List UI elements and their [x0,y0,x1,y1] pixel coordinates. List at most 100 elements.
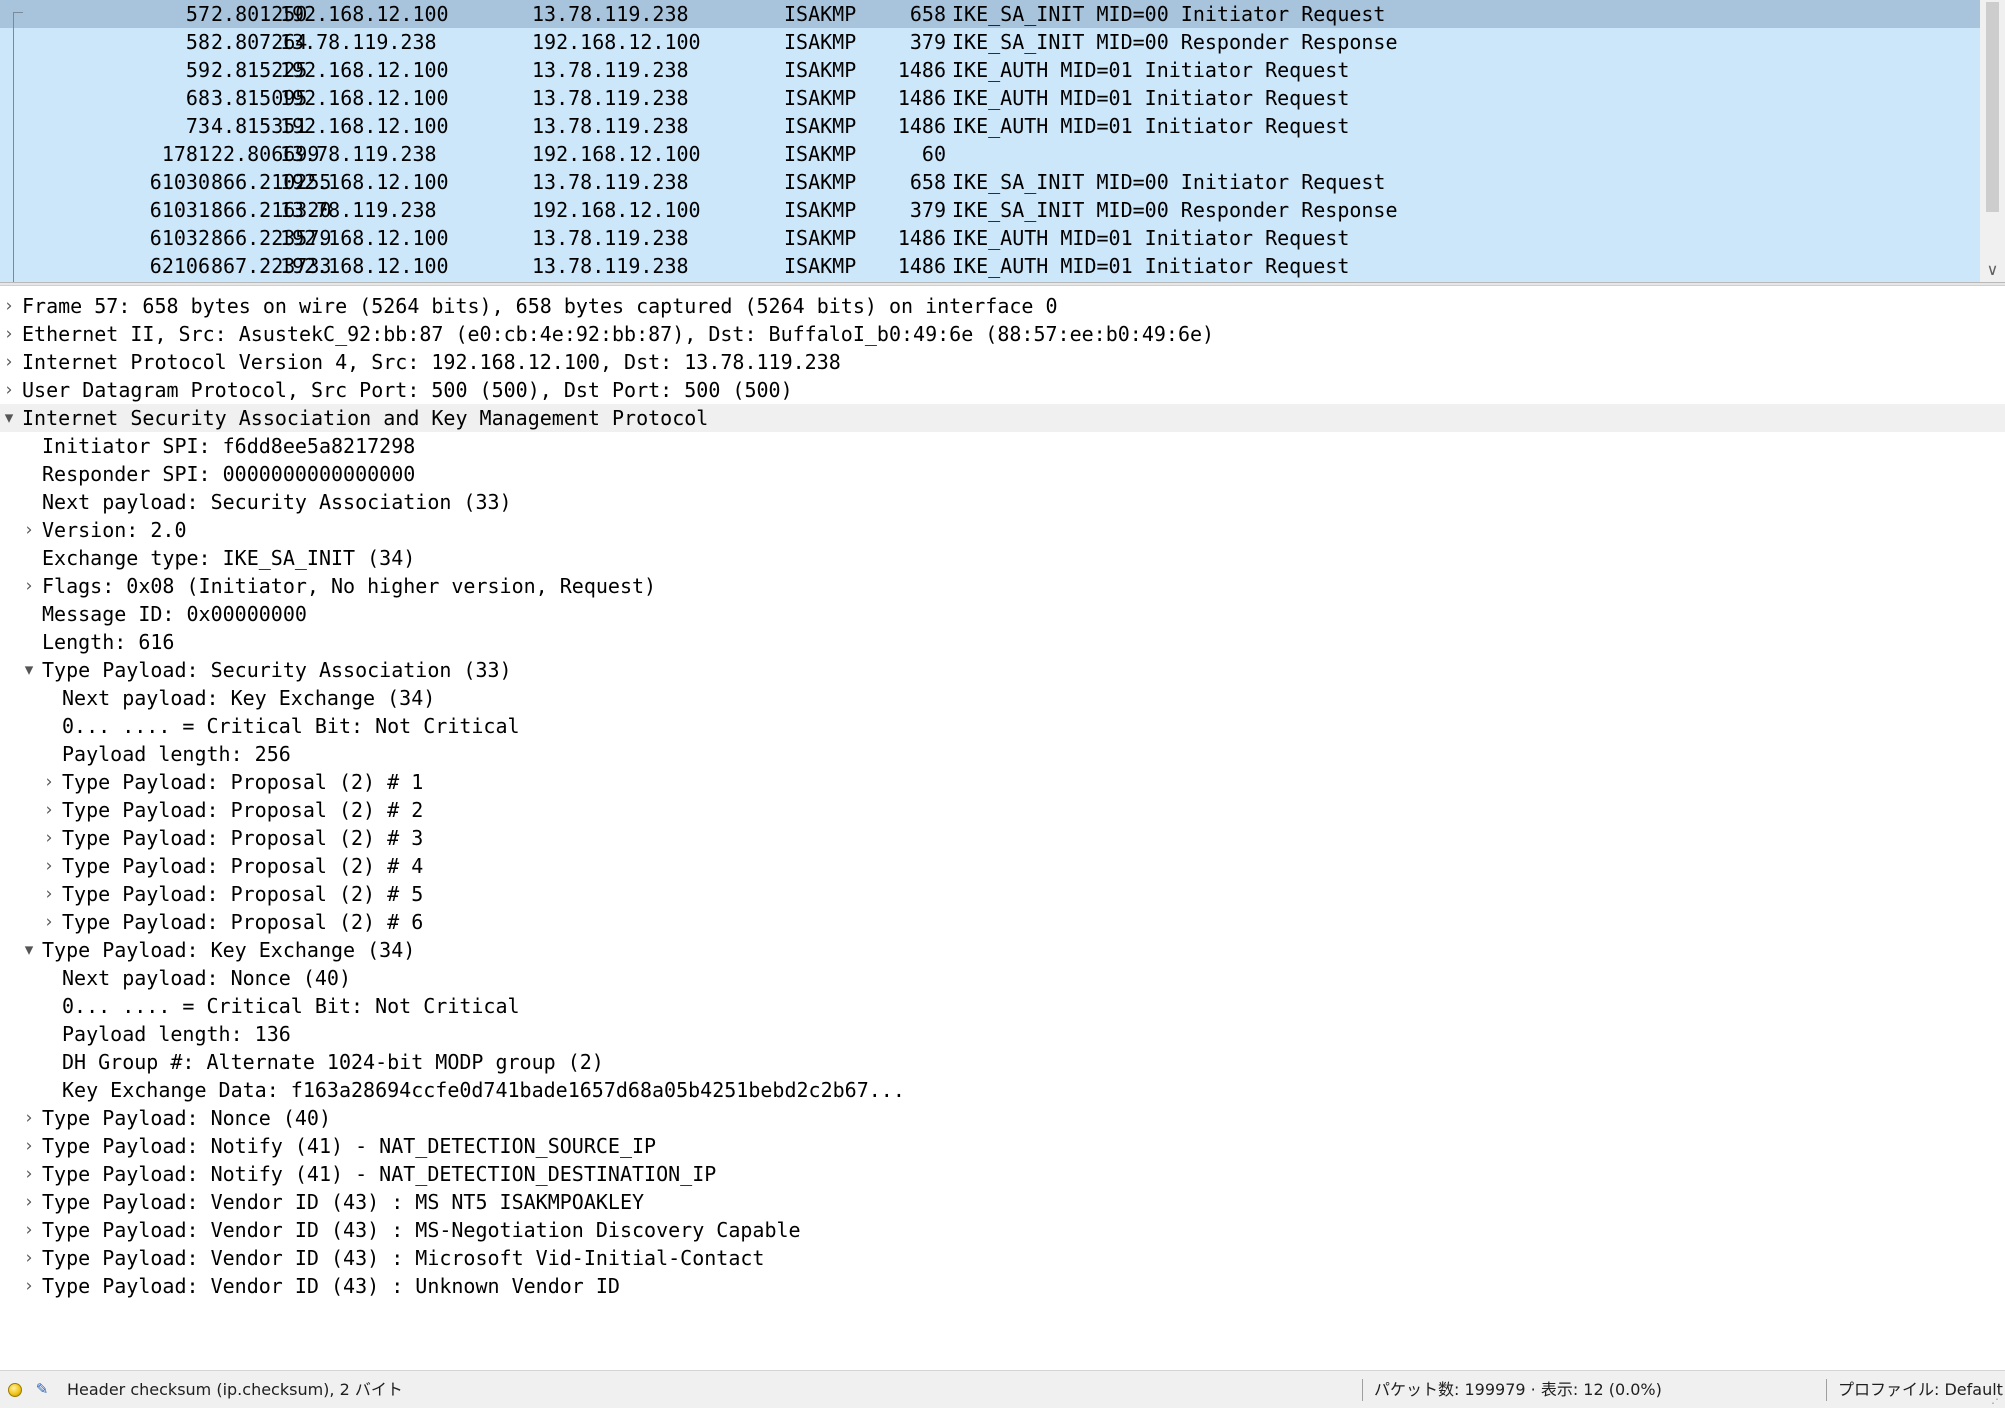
collapse-arrow-icon[interactable]: › [21,1104,37,1132]
conversation-bracket-start [13,12,23,13]
tree-item-label: Type Payload: Proposal (2) # 6 [62,910,424,934]
packet-row-selected[interactable]: 57 2.801250 192.168.12.100 13.78.119.238 ISA… [0,0,1980,28]
tree-item[interactable]: ▾ Type Payload: Key Exchange (34) [0,936,2005,964]
tree-item[interactable]: › Internet Protocol Version 4, Src: 192.1… [0,348,2005,376]
status-field-info: Header checksum (ip.checksum), 2 バイト [67,1380,403,1399]
scrollbar-thumb[interactable] [1986,2,1999,212]
status-separator [1362,1379,1363,1401]
collapse-arrow-icon[interactable]: › [21,1244,37,1272]
packet-row[interactable]: 58 2.807264 13.78.119.238 192.168.12.100 ISA… [0,28,1980,56]
collapse-arrow-icon[interactable]: › [21,1132,37,1160]
tree-item[interactable]: › Type Payload: Proposal (2) # 2 [0,796,2005,824]
tree-item-label: Type Payload: Nonce (40) [42,1106,331,1130]
tree-item[interactable]: ▾ Type Payload: Security Association (33) [0,656,2005,684]
collapse-arrow-icon[interactable]: › [21,1216,37,1244]
pane-splitter[interactable] [0,282,2005,286]
packet-row[interactable]: 62106 867.223733 192.168.12.100 13.78.119.2… [0,252,1980,280]
tree-item[interactable]: › Type Payload: Vendor ID (43) : Microsof… [0,1244,2005,1272]
edit-comment-icon[interactable]: ✎ [32,1379,52,1399]
tree-item[interactable]: › Type Payload: Proposal (2) # 1 [0,768,2005,796]
tree-item[interactable]: › Type Payload: Vendor ID (43) : Unknown … [0,1272,2005,1300]
tree-item[interactable]: › Frame 57: 658 bytes on wire (5264 bits)… [0,292,2005,320]
packet-destination: 13.78.119.238 [532,2,689,26]
resize-grip-icon[interactable]: ⋰ [1989,1392,2003,1406]
tree-item[interactable]: Message ID: 0x00000000 [0,600,2005,628]
tree-item[interactable]: Payload length: 256 [0,740,2005,768]
ready-indicator-icon[interactable] [8,1383,22,1397]
packet-protocol: ISAKMP [784,198,857,222]
tree-item[interactable]: › Type Payload: Vendor ID (43) : MS NT5 I… [0,1188,2005,1216]
collapse-arrow-icon[interactable]: › [21,1272,37,1300]
tree-item-label: Flags: 0x08 (Initiator, No higher versio… [42,574,657,598]
tree-item[interactable]: DH Group #: Alternate 1024-bit MODP grou… [0,1048,2005,1076]
packet-list-scrollbar[interactable]: ∨ [1980,0,2005,282]
packet-destination: 192.168.12.100 [532,142,701,166]
collapse-arrow-icon[interactable]: › [21,572,37,600]
tree-item[interactable]: › Type Payload: Proposal (2) # 4 [0,852,2005,880]
tree-item[interactable]: Next payload: Key Exchange (34) [0,684,2005,712]
status-separator [1826,1379,1827,1401]
collapse-arrow-icon[interactable]: › [41,852,57,880]
collapse-arrow-icon[interactable]: › [1,348,17,376]
scroll-down-arrow-icon[interactable]: ∨ [1980,258,2005,282]
tree-item[interactable]: Length: 616 [0,628,2005,656]
packet-row[interactable]: 68 3.815095 192.168.12.100 13.78.119.238 ISA… [0,84,1980,112]
collapse-arrow-icon[interactable]: › [21,1160,37,1188]
tree-item[interactable]: 0... .... = Critical Bit: Not Critical [0,712,2005,740]
collapse-arrow-icon[interactable]: › [41,880,57,908]
tree-item-label: Internet Security Association and Key Ma… [22,406,709,430]
tree-item[interactable]: › Flags: 0x08 (Initiator, No higher versi… [0,572,2005,600]
tree-item-label: Next payload: Nonce (40) [62,966,351,990]
wireshark-window: 57 2.801250 192.168.12.100 13.78.119.238 ISA… [0,0,2005,1408]
tree-item-label: Type Payload: Vendor ID (43) : MS NT5 IS… [42,1190,645,1214]
tree-item[interactable]: 0... .... = Critical Bit: Not Critical [0,992,2005,1020]
packet-details-pane[interactable]: › Frame 57: 658 bytes on wire (5264 bits)… [0,292,2005,1370]
tree-item[interactable]: Next payload: Security Association (33) [0,488,2005,516]
collapse-arrow-icon[interactable]: › [21,1188,37,1216]
tree-item[interactable]: › Type Payload: Notify (41) - NAT_DETECTI… [0,1132,2005,1160]
tree-item[interactable]: › Type Payload: Proposal (2) # 6 [0,908,2005,936]
collapse-arrow-icon[interactable]: › [1,292,17,320]
tree-item[interactable]: Initiator SPI: f6dd8ee5a8217298 [0,432,2005,460]
packet-number: 1781 [161,142,210,166]
collapse-arrow-icon[interactable]: › [1,376,17,404]
packet-destination: 13.78.119.238 [532,226,689,250]
tree-item[interactable]: › Type Payload: Nonce (40) [0,1104,2005,1132]
collapse-arrow-icon[interactable]: › [41,908,57,936]
collapse-arrow-icon[interactable]: › [41,824,57,852]
packet-length: 1486 [897,58,946,82]
expand-arrow-icon[interactable]: ▾ [1,404,17,432]
packet-row[interactable]: 61030 866.210255 192.168.12.100 13.78.119.2… [0,168,1980,196]
tree-item[interactable]: ▾ Internet Security Association and Key M… [0,404,2005,432]
expand-arrow-icon[interactable]: ▾ [21,936,37,964]
tree-item[interactable]: Payload length: 136 [0,1020,2005,1048]
tree-item[interactable]: Responder SPI: 0000000000000000 [0,460,2005,488]
collapse-arrow-icon[interactable]: › [41,768,57,796]
packet-row[interactable]: 73 4.815351 192.168.12.100 13.78.119.238 ISA… [0,112,1980,140]
tree-item[interactable]: › Type Payload: Vendor ID (43) : MS-Negot… [0,1216,2005,1244]
packet-row[interactable]: 1781 22.806699 13.78.119.238 192.168.12.100… [0,140,1980,168]
collapse-arrow-icon[interactable]: › [21,516,37,544]
packet-row[interactable]: 61032 866.223579 192.168.12.100 13.78.119.2… [0,224,1980,252]
tree-item[interactable]: › Ethernet II, Src: AsustekC_92:bb:87 (e0… [0,320,2005,348]
collapse-arrow-icon[interactable]: › [41,796,57,824]
tree-item[interactable]: Next payload: Nonce (40) [0,964,2005,992]
tree-item-label: Version: 2.0 [42,518,187,542]
tree-item[interactable]: › User Datagram Protocol, Src Port: 500 (… [0,376,2005,404]
tree-item-label: Type Payload: Proposal (2) # 5 [62,882,424,906]
collapse-arrow-icon[interactable]: › [1,320,17,348]
packet-info: IKE_AUTH MID=01 Initiator Request [952,226,1350,250]
packet-row[interactable]: 59 2.815225 192.168.12.100 13.78.119.238 ISA… [0,56,1980,84]
status-packet-count: パケット数: 199979 · 表示: 12 (0.0%) [1374,1380,1662,1399]
expand-arrow-icon[interactable]: ▾ [21,656,37,684]
packet-source: 192.168.12.100 [280,226,449,250]
tree-item[interactable]: › Version: 2.0 [0,516,2005,544]
tree-item[interactable]: › Type Payload: Proposal (2) # 5 [0,880,2005,908]
tree-item[interactable]: Key Exchange Data: f163a28694ccfe0d741ba… [0,1076,2005,1104]
tree-item[interactable]: › Type Payload: Notify (41) - NAT_DETECTI… [0,1160,2005,1188]
tree-item[interactable]: Exchange type: IKE_SA_INIT (34) [0,544,2005,572]
packet-row[interactable]: 61031 866.216320 13.78.119.238 192.168.12.1… [0,196,1980,224]
tree-item[interactable]: › Type Payload: Proposal (2) # 3 [0,824,2005,852]
packet-list-pane[interactable]: 57 2.801250 192.168.12.100 13.78.119.238 ISA… [0,0,2005,282]
status-profile[interactable]: プロファイル: Default [1838,1371,2003,1408]
